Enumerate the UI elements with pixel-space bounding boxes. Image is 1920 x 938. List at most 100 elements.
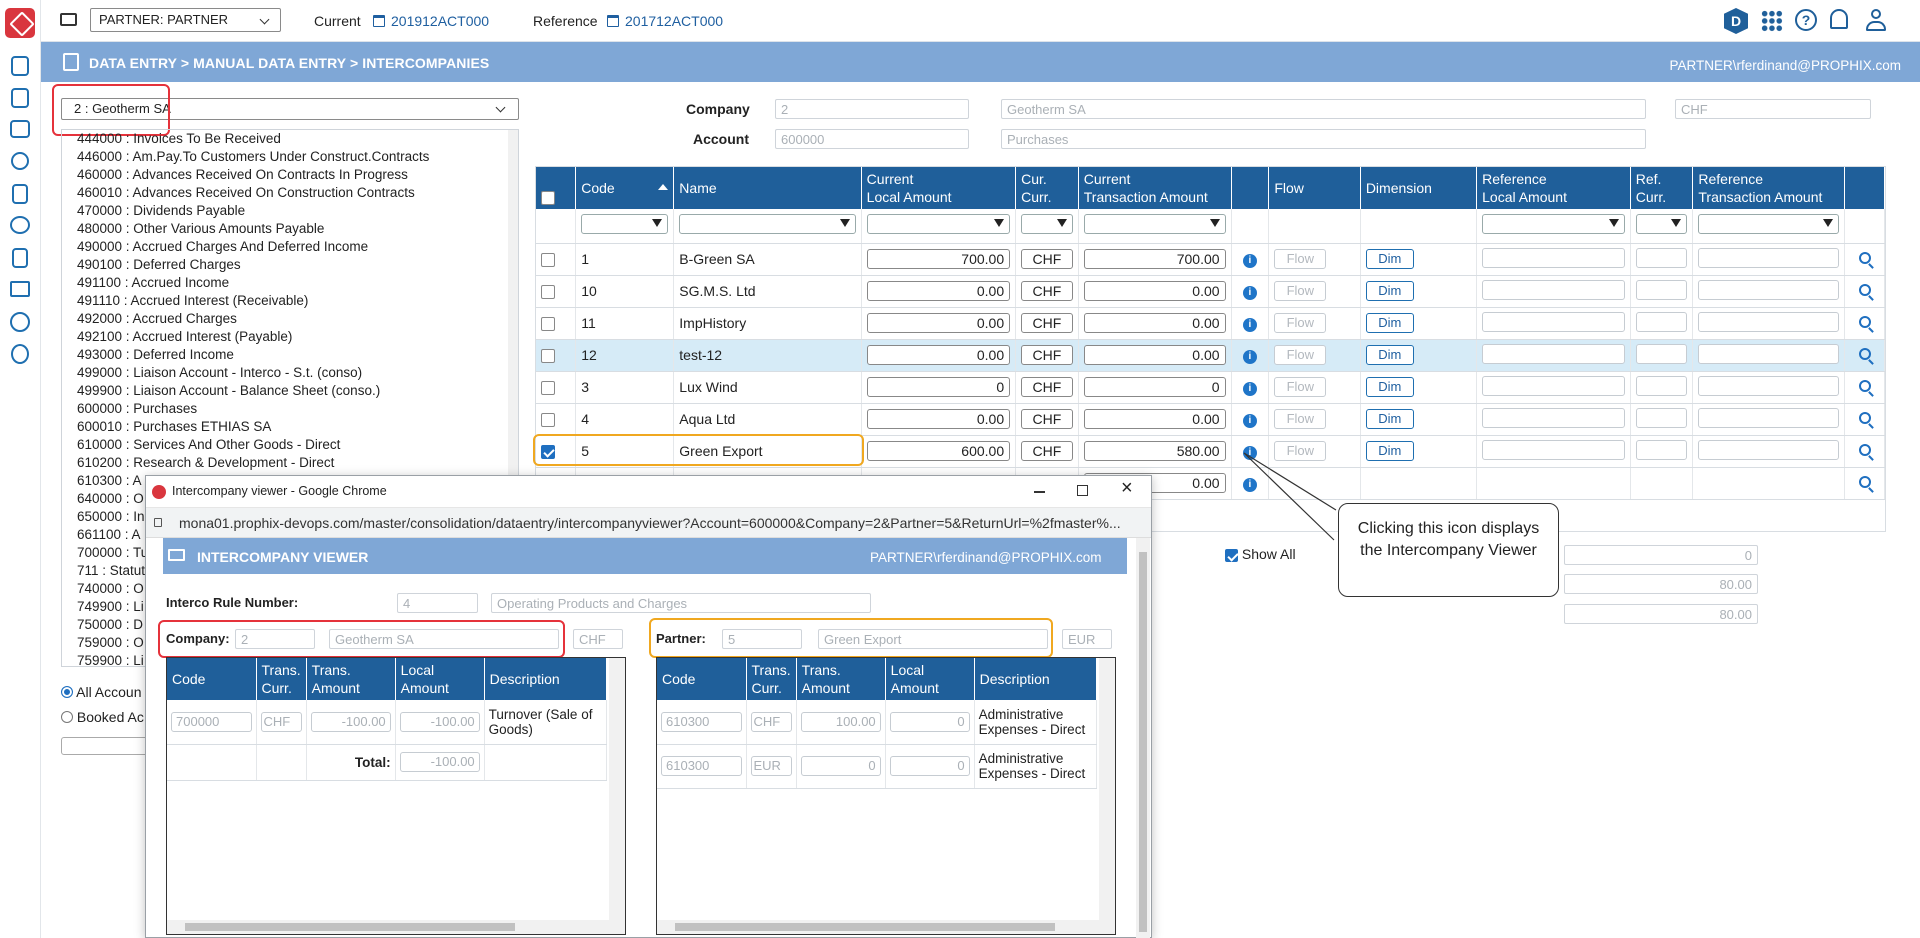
- trans-amount-header[interactable]: Trans. Amount: [796, 658, 886, 700]
- name-filter-input[interactable]: [679, 214, 856, 235]
- current-local-amount-input[interactable]: 0.00: [866, 313, 1011, 333]
- account-list-item[interactable]: 480000 : Other Various Amounts Payable: [77, 220, 518, 238]
- current-local-amount-input[interactable]: 600.00: [866, 441, 1011, 461]
- reference-local-input[interactable]: [1482, 311, 1625, 332]
- account-list-item[interactable]: 492100 : Accrued Interest (Payable): [77, 328, 518, 346]
- code-filter-input[interactable]: [581, 214, 669, 235]
- help-icon[interactable]: ?: [1795, 9, 1817, 31]
- apps-grid-icon[interactable]: [1761, 10, 1783, 32]
- config-gears-icon[interactable]: [10, 312, 30, 332]
- reference-local-input[interactable]: [1482, 247, 1625, 268]
- current-transaction-amount-input[interactable]: 700.00: [1083, 249, 1226, 269]
- reference-transaction-amount-header[interactable]: Reference Transaction Amount: [1692, 167, 1846, 209]
- workflow-icon[interactable]: [11, 344, 29, 364]
- reference-transaction-filter-input[interactable]: [1698, 214, 1840, 235]
- info-icon[interactable]: i: [1242, 382, 1257, 396]
- table-row[interactable]: 4 Aqua Ltd 0.00 CHF 0.00 i Flow Dim: [536, 403, 1885, 436]
- code-header[interactable]: Code: [167, 658, 257, 700]
- current-currency-filter-input[interactable]: [1021, 214, 1073, 235]
- reference-local-input[interactable]: [1482, 439, 1625, 460]
- info-icon[interactable]: i: [1242, 350, 1257, 364]
- account-list-item[interactable]: 491110 : Accrued Interest (Receivable): [77, 292, 518, 310]
- reference-transaction-input[interactable]: [1698, 407, 1840, 428]
- transfer-arrows-icon[interactable]: [10, 281, 30, 297]
- minimize-icon[interactable]: [1034, 491, 1045, 493]
- account-list-item[interactable]: 490100 : Deferred Charges: [77, 256, 518, 274]
- maximize-icon[interactable]: [1077, 485, 1088, 496]
- show-all-checkbox[interactable]: [1225, 548, 1238, 562]
- viewer-page-scrollbar[interactable]: [1136, 538, 1150, 938]
- current-currency-header[interactable]: Cur. Curr.: [1015, 167, 1079, 209]
- user-icon[interactable]: [1865, 8, 1887, 32]
- account-list-item[interactable]: 492000 : Accrued Charges: [77, 310, 518, 328]
- current-local-filter-input[interactable]: [866, 214, 1011, 235]
- flow-button[interactable]: Flow: [1274, 345, 1327, 365]
- current-transaction-amount-input[interactable]: 0.00: [1083, 345, 1226, 365]
- account-list-item[interactable]: 493000 : Deferred Income: [77, 346, 518, 364]
- dim-button[interactable]: Dim: [1365, 281, 1414, 301]
- info-icon[interactable]: i: [1242, 318, 1257, 332]
- dim-button[interactable]: Dim: [1365, 409, 1414, 429]
- description-header[interactable]: Description: [484, 658, 608, 700]
- code-header[interactable]: Code: [657, 658, 747, 700]
- account-list-item[interactable]: 444000 : Invoices To Be Received: [77, 130, 518, 148]
- flow-button[interactable]: Flow: [1274, 281, 1327, 301]
- account-list-item[interactable]: 491100 : Accrued Income: [77, 274, 518, 292]
- account-list-item[interactable]: 600000 : Purchases: [77, 400, 518, 418]
- reference-period-link[interactable]: 201712ACT000: [607, 13, 723, 29]
- current-currency-field[interactable]: CHF: [1021, 313, 1073, 333]
- account-list-item[interactable]: 499900 : Liaison Account - Balance Sheet…: [77, 382, 518, 400]
- flow-button[interactable]: Flow: [1274, 377, 1327, 397]
- dashboard-icon[interactable]: [11, 56, 29, 76]
- reference-transaction-input[interactable]: [1698, 343, 1840, 364]
- current-local-amount-input[interactable]: 0.00: [866, 409, 1011, 429]
- dim-button[interactable]: Dim: [1365, 377, 1414, 397]
- reference-currency-input[interactable]: [1635, 279, 1688, 300]
- flow-button[interactable]: Flow: [1274, 409, 1327, 429]
- reference-currency-input[interactable]: [1635, 375, 1688, 396]
- folder-icon[interactable]: [60, 13, 77, 26]
- table-row[interactable]: 700000 CHF -100.00 -100.00 Turnover (Sale of…: [167, 700, 608, 745]
- current-currency-field[interactable]: CHF: [1021, 249, 1073, 269]
- current-local-amount-input[interactable]: 700.00: [866, 249, 1011, 269]
- entities-icon[interactable]: [10, 120, 30, 138]
- table-row[interactable]: 1 B-Green SA 700.00 CHF 700.00 i Flow Dim: [536, 243, 1885, 276]
- row-checkbox[interactable]: [541, 349, 555, 364]
- account-list-item[interactable]: 610200 : Research & Development - Direct: [77, 454, 518, 472]
- search-icon[interactable]: [1858, 284, 1871, 296]
- radio-button[interactable]: [61, 686, 73, 698]
- user-badge[interactable]: D: [1724, 8, 1748, 34]
- account-list-item[interactable]: 470000 : Dividends Payable: [77, 202, 518, 220]
- info-icon[interactable]: i: [1242, 254, 1257, 268]
- trans-curr-header[interactable]: Trans. Curr.: [746, 658, 797, 700]
- info-icon[interactable]: i: [1242, 286, 1257, 300]
- table-row[interactable]: 10 SG.M.S. Ltd 0.00 CHF 0.00 i Flow Dim: [536, 275, 1885, 308]
- current-transaction-amount-input[interactable]: 580.00: [1083, 441, 1226, 461]
- company-grid-vscroll[interactable]: [609, 658, 625, 934]
- table-row[interactable]: 3 Lux Wind 0 CHF 0 i Flow Dim: [536, 371, 1885, 404]
- table-row[interactable]: 11 ImpHistory 0.00 CHF 0.00 i Flow Dim: [536, 307, 1885, 340]
- reference-transaction-input[interactable]: [1698, 311, 1840, 332]
- search-icon[interactable]: [1858, 444, 1871, 456]
- account-list-item[interactable]: 490000 : Accrued Charges And Deferred In…: [77, 238, 518, 256]
- dimension-column-header[interactable]: Dimension: [1360, 167, 1478, 209]
- reference-currency-input[interactable]: [1635, 407, 1688, 428]
- search-icon[interactable]: [1858, 316, 1871, 328]
- current-currency-field[interactable]: CHF: [1021, 345, 1073, 365]
- current-transaction-amount-input[interactable]: 0.00: [1083, 281, 1226, 301]
- radio-button[interactable]: [61, 711, 73, 723]
- dim-button[interactable]: Dim: [1365, 313, 1414, 333]
- reference-local-input[interactable]: [1482, 279, 1625, 300]
- account-list-item[interactable]: 610000 : Services And Other Goods - Dire…: [77, 436, 518, 454]
- account-list-item[interactable]: 460000 : Advances Received On Contracts …: [77, 166, 518, 184]
- row-checkbox[interactable]: [541, 253, 555, 268]
- reference-currency-input[interactable]: [1635, 311, 1688, 332]
- report-icon[interactable]: [12, 184, 28, 204]
- account-list-item[interactable]: 499000 : Liaison Account - Interco - S.t…: [77, 364, 518, 382]
- select-all-checkbox[interactable]: [541, 191, 555, 206]
- dim-button[interactable]: Dim: [1365, 345, 1414, 365]
- bell-icon[interactable]: [1830, 9, 1848, 29]
- row-checkbox[interactable]: [541, 317, 555, 332]
- table-row[interactable]: 12 test-12 0.00 CHF 0.00 i Flow Dim: [536, 339, 1885, 372]
- settings-gear-icon[interactable]: [11, 152, 29, 170]
